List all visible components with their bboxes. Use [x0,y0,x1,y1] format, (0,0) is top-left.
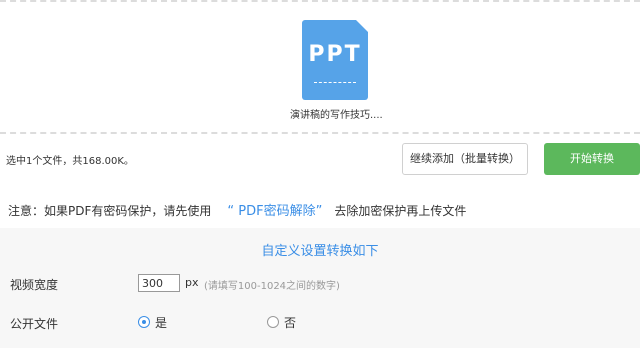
ppt-file-icon: PPT [302,20,368,100]
selected-file-info: 选中1个文件，共168.00K。 [6,156,134,167]
width-hint: (请填写100-1024之间的数字) [204,281,340,292]
upload-zone[interactable]: PPT 演讲稿的写作技巧.... [0,0,640,134]
file-name: 演讲稿的写作技巧.... [290,110,383,121]
start-convert-button[interactable]: 开始转换 [544,143,640,175]
notice-suffix: 去除加密保护再上传文件 [334,204,467,218]
ppt-icon-label: PPT [308,42,362,67]
file-card[interactable]: PPT 演讲稿的写作技巧.... [290,20,383,121]
public-no-label[interactable]: 否 [284,314,296,331]
width-unit: px [185,276,199,289]
status-bar: 选中1个文件，共168.00K。 继续添加（批量转换） 开始转换 [0,134,640,184]
pdf-unlock-link[interactable]: “ PDF密码解除” [227,204,322,219]
settings-title: 自定义设置转换如下 [261,244,379,259]
notice-prefix: 注意：如果PDF有密码保护，请先使用 [8,204,212,218]
video-width-label: 视频宽度 [10,278,59,292]
public-file-label: 公开文件 [10,317,59,331]
public-yes-label[interactable]: 是 [155,314,167,331]
batch-add-button[interactable]: 继续添加（批量转换） [402,143,528,175]
ppt-icon-line [314,82,356,83]
settings-panel: 自定义设置转换如下 视频宽度 px (请填写100-1024之间的数字) 公开文… [0,228,640,348]
public-yes-radio[interactable] [138,316,150,328]
video-width-input[interactable] [138,274,180,292]
password-notice: 注意：如果PDF有密码保护，请先使用 “ PDF密码解除” 去除加密保护再上传文件 [8,200,466,219]
public-no-radio[interactable] [267,316,279,328]
